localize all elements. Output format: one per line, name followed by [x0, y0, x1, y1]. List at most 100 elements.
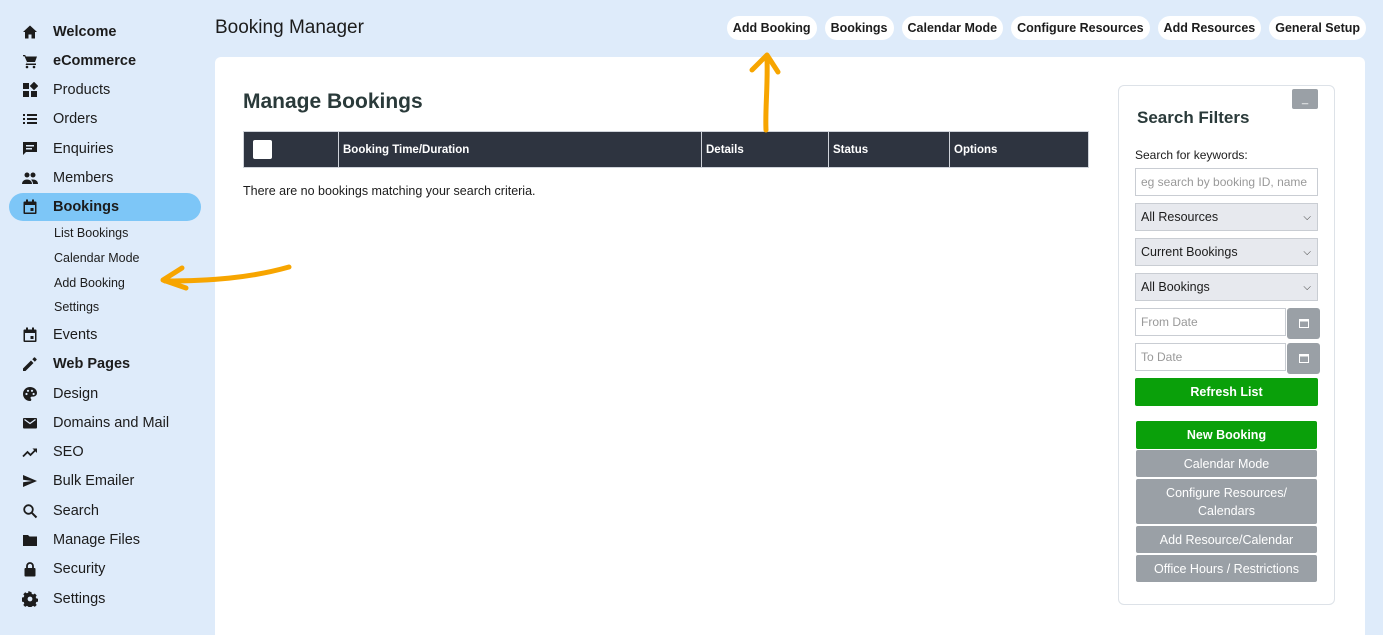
keyword-label: Search for keywords:	[1135, 148, 1248, 162]
booking-type-select-value: All Bookings	[1141, 280, 1210, 294]
mail-icon	[22, 415, 38, 431]
sidebar-item-bulk-emailer[interactable]: Bulk Emailer	[9, 467, 201, 495]
sidebar-item-label: Events	[53, 327, 98, 343]
calendar-icon	[22, 199, 38, 215]
bookings-table-header: Booking Time/Duration Details Status Opt…	[243, 131, 1089, 168]
chevron-down-icon: ⌵	[1303, 211, 1311, 223]
collapse-button[interactable]: _	[1292, 89, 1318, 109]
sidebar-item-label: Manage Files	[53, 532, 141, 548]
palette-icon	[22, 386, 38, 402]
from-date-picker-button[interactable]	[1287, 308, 1320, 339]
chevron-down-icon: ⌵	[1303, 246, 1311, 258]
top-link-bookings[interactable]: Bookings	[824, 16, 894, 40]
sidebar-item-security[interactable]: Security	[9, 555, 201, 583]
resource-select[interactable]: All Resources ⌵	[1135, 203, 1318, 231]
sidebar-item-label: Bookings	[53, 199, 120, 215]
sidebar-subitem-add-booking[interactable]: Add Booking	[54, 276, 125, 290]
calendar-icon	[1298, 350, 1309, 368]
folder-icon	[22, 532, 38, 548]
sidebar-item-search[interactable]: Search	[9, 497, 201, 525]
sidebar-subitem-calendar-mode[interactable]: Calendar Mode	[54, 251, 139, 265]
sidebar-item-manage-files[interactable]: Manage Files	[9, 526, 201, 554]
column-header[interactable]: Booking Time/Duration	[339, 132, 702, 167]
sidebar-item-label: Welcome	[53, 24, 117, 40]
sidebar-item-products[interactable]: Products	[9, 76, 201, 104]
keyword-search-input[interactable]: eg search by booking ID, name	[1135, 168, 1318, 196]
configure-resources-button[interactable]: Configure Resources/ Calendars	[1136, 479, 1317, 524]
to-date-input[interactable]: To Date	[1135, 343, 1286, 371]
sidebar-item-label: SEO	[53, 444, 84, 460]
empty-message: There are no bookings matching your sear…	[243, 184, 536, 198]
calendar-mode-button[interactable]: Calendar Mode	[1136, 450, 1317, 477]
home-icon	[22, 24, 38, 40]
calendar-icon	[1298, 315, 1309, 333]
sidebar-subitem-settings[interactable]: Settings	[54, 300, 99, 314]
sidebar-item-label: Domains and Mail	[53, 415, 170, 431]
gear-icon	[22, 591, 38, 607]
top-link-calendar-mode[interactable]: Calendar Mode	[901, 16, 1004, 40]
send-icon	[22, 473, 38, 489]
sidebar-item-label: Orders	[53, 111, 98, 127]
sidebar-item-bookings[interactable]: Bookings	[9, 193, 201, 221]
trending-icon	[22, 444, 38, 460]
sidebar-item-seo[interactable]: SEO	[9, 438, 201, 466]
sidebar-item-settings[interactable]: Settings	[9, 585, 201, 613]
main-panel: Manage Bookings Booking Time/Duration De…	[215, 57, 1365, 635]
refresh-list-button[interactable]: Refresh List	[1135, 378, 1318, 406]
top-link-add-booking[interactable]: Add Booking	[726, 16, 817, 40]
booking-type-select[interactable]: All Bookings ⌵	[1135, 273, 1318, 301]
calendar-icon	[22, 327, 38, 343]
search-icon	[22, 503, 38, 519]
sidebar-item-label: Security	[53, 561, 106, 577]
search-filters-panel: _ Search Filters Search for keywords: eg…	[1118, 85, 1335, 605]
sidebar-item-label: Settings	[53, 591, 106, 607]
grid-icon	[22, 82, 38, 98]
top-nav: Add Booking Bookings Calendar Mode Confi…	[726, 16, 1366, 40]
period-select-value: Current Bookings	[1141, 245, 1238, 259]
sidebar-item-label: Enquiries	[53, 141, 114, 157]
page-title: Manage Bookings	[243, 90, 423, 113]
sidebar-item-events[interactable]: Events	[9, 321, 201, 349]
pencil-icon	[22, 356, 38, 372]
sidebar-item-enquiries[interactable]: Enquiries	[9, 135, 201, 163]
sidebar-item-label: Web Pages	[53, 356, 131, 372]
office-hours-button[interactable]: Office Hours / Restrictions	[1136, 555, 1317, 582]
select-all-column	[244, 132, 339, 167]
resource-select-value: All Resources	[1141, 210, 1219, 224]
sidebar-item-domains-and-mail[interactable]: Domains and Mail	[9, 409, 201, 437]
sidebar-item-label: Bulk Emailer	[53, 473, 135, 489]
list-icon	[22, 111, 38, 127]
sidebar-item-label: Members	[53, 170, 114, 186]
sidebar-item-members[interactable]: Members	[9, 164, 201, 192]
sidebar-item-ecommerce[interactable]: eCommerce	[9, 47, 201, 75]
to-date-picker-button[interactable]	[1287, 343, 1320, 374]
from-date-input[interactable]: From Date	[1135, 308, 1286, 336]
sidebar-item-web-pages[interactable]: Web Pages	[9, 350, 201, 378]
select-all-checkbox[interactable]	[253, 140, 272, 159]
top-link-general-setup[interactable]: General Setup	[1269, 16, 1366, 40]
filters-title: Search Filters	[1137, 108, 1250, 127]
top-link-configure-resources[interactable]: Configure Resources	[1011, 16, 1150, 40]
sidebar-item-orders[interactable]: Orders	[9, 105, 201, 133]
add-resource-button[interactable]: Add Resource/Calendar	[1136, 526, 1317, 553]
lock-icon	[22, 561, 38, 577]
sidebar-item-welcome[interactable]: Welcome	[9, 18, 201, 46]
people-icon	[22, 170, 38, 186]
sidebar-item-design[interactable]: Design	[9, 380, 201, 408]
column-header[interactable]: Status	[829, 132, 950, 167]
chevron-down-icon: ⌵	[1303, 281, 1311, 293]
sidebar: Welcome eCommerce Products Orders Enquir…	[0, 0, 215, 635]
cart-icon	[22, 53, 38, 69]
sidebar-item-label: Products	[53, 82, 111, 98]
period-select[interactable]: Current Bookings ⌵	[1135, 238, 1318, 266]
app-title: Booking Manager	[215, 17, 364, 38]
new-booking-button[interactable]: New Booking	[1136, 421, 1317, 449]
sidebar-item-label: eCommerce	[53, 53, 137, 69]
column-header: Options	[954, 143, 998, 156]
top-link-add-resources[interactable]: Add Resources	[1157, 16, 1262, 40]
sidebar-item-label: Search	[53, 503, 99, 519]
chat-icon	[22, 141, 38, 157]
sidebar-subitem-list-bookings[interactable]: List Bookings	[54, 226, 128, 240]
sidebar-item-label: Design	[53, 386, 99, 402]
column-header[interactable]: Details	[702, 132, 829, 167]
